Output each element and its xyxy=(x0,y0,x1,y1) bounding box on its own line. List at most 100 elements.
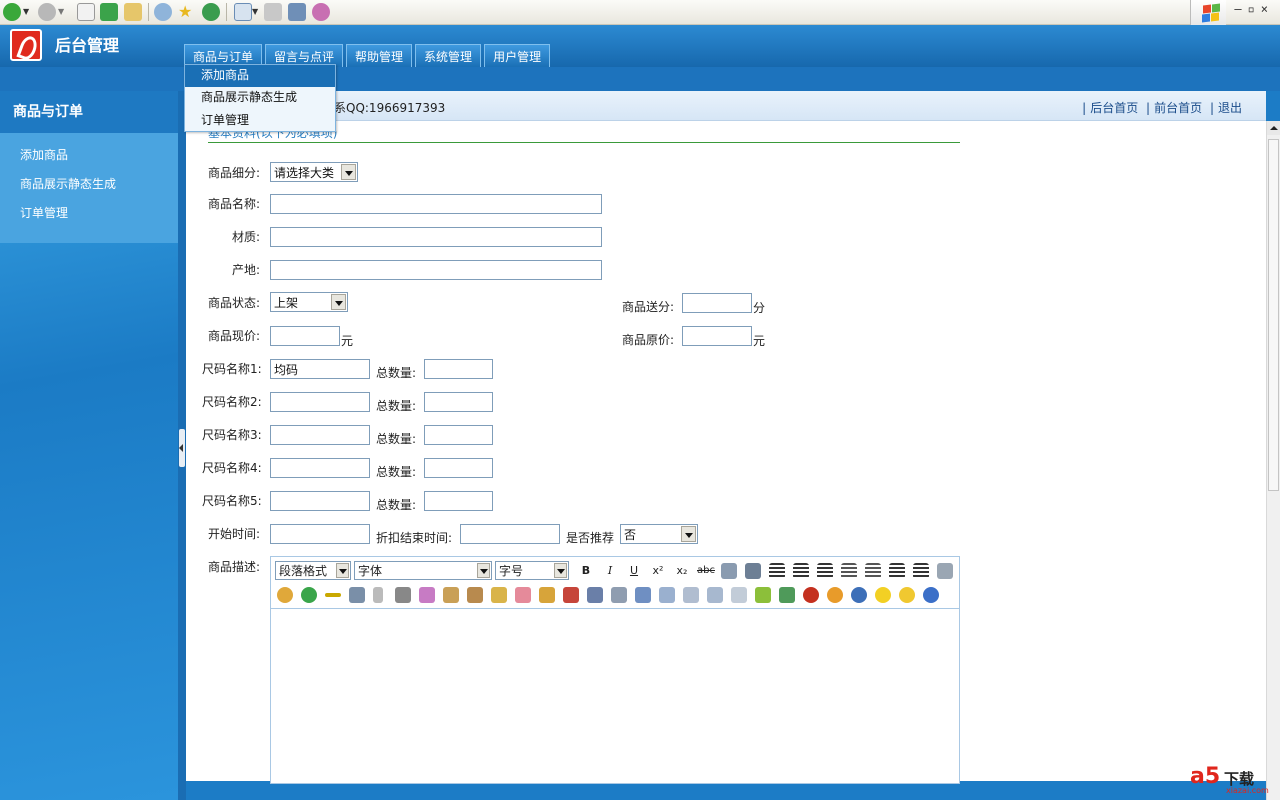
strikethrough-icon[interactable]: abc xyxy=(695,562,717,580)
paste-icon[interactable] xyxy=(443,587,459,603)
dropdown-icon[interactable]: ▼ xyxy=(23,3,33,21)
comment-icon[interactable] xyxy=(851,587,867,603)
eraser-icon[interactable] xyxy=(515,587,531,603)
tab-system[interactable]: 系统管理 xyxy=(415,44,482,67)
history-icon[interactable] xyxy=(202,3,220,21)
bg-color-icon[interactable] xyxy=(745,563,761,579)
mail-icon[interactable] xyxy=(234,3,252,21)
subscript-icon[interactable]: x₂ xyxy=(673,562,691,580)
scrollbar[interactable] xyxy=(1266,121,1280,800)
size-name-input[interactable] xyxy=(270,491,370,511)
orig-price-input[interactable] xyxy=(682,326,752,346)
dropdown-item-orders[interactable]: 订单管理 xyxy=(185,110,335,132)
insert-column-icon[interactable] xyxy=(707,587,723,603)
bold-icon[interactable]: B xyxy=(577,562,595,580)
font-select[interactable]: 字体 xyxy=(354,561,492,580)
emoticon-icon[interactable] xyxy=(875,587,891,603)
delete-column-icon[interactable] xyxy=(731,587,747,603)
scroll-up-icon[interactable] xyxy=(1267,121,1280,135)
media-icon[interactable] xyxy=(563,587,579,603)
origin-input[interactable] xyxy=(270,260,602,280)
size-select[interactable]: 字号 xyxy=(495,561,569,580)
highlight-icon[interactable] xyxy=(539,587,555,603)
tab-users[interactable]: 用户管理 xyxy=(484,44,551,67)
collapse-arrow-icon[interactable] xyxy=(179,429,185,467)
special-char-icon[interactable] xyxy=(755,587,771,603)
end-time-input[interactable] xyxy=(460,524,560,544)
qty-input[interactable] xyxy=(424,491,493,511)
refresh-icon[interactable] xyxy=(100,3,118,21)
dropdown-item-add-product[interactable]: 添加商品 xyxy=(185,65,335,87)
material-input[interactable] xyxy=(270,227,602,247)
dropdown-item-static-gen[interactable]: 商品展示静态生成 xyxy=(185,87,335,109)
pointer-icon[interactable] xyxy=(373,587,383,603)
copy-icon[interactable] xyxy=(419,587,435,603)
editor-body[interactable] xyxy=(271,610,959,783)
dropdown-icon[interactable]: ▼ xyxy=(58,3,68,21)
print-icon[interactable] xyxy=(264,3,282,21)
italic-icon[interactable]: I xyxy=(601,562,619,580)
format-brush-icon[interactable] xyxy=(491,587,507,603)
delete-row-icon[interactable] xyxy=(683,587,699,603)
category-select[interactable]: 请选择大类 xyxy=(270,162,358,182)
flash-icon[interactable] xyxy=(803,587,819,603)
text-color-icon[interactable] xyxy=(721,563,737,579)
size-name-input[interactable]: 均码 xyxy=(270,359,370,379)
underline-icon[interactable]: U xyxy=(625,562,643,580)
unordered-list-icon[interactable] xyxy=(865,563,881,579)
favorites-icon[interactable]: ★ xyxy=(178,3,196,21)
redo-icon[interactable] xyxy=(301,587,317,603)
stop-icon[interactable] xyxy=(77,3,95,21)
outdent-icon[interactable] xyxy=(889,563,905,579)
table-icon[interactable] xyxy=(635,587,651,603)
indent-icon[interactable] xyxy=(913,563,929,579)
qty-input[interactable] xyxy=(424,425,493,445)
dropdown-icon[interactable]: ▼ xyxy=(252,3,262,21)
image-icon[interactable] xyxy=(779,587,795,603)
smiley-icon[interactable] xyxy=(899,587,915,603)
points-input[interactable] xyxy=(682,293,752,313)
help-icon[interactable] xyxy=(923,587,939,603)
home-icon[interactable] xyxy=(124,3,142,21)
qty-input[interactable] xyxy=(424,359,493,379)
find-icon[interactable] xyxy=(937,563,953,579)
superscript-icon[interactable]: x² xyxy=(649,562,667,580)
align-left-icon[interactable] xyxy=(769,563,785,579)
sidebar-item-static-gen[interactable]: 商品展示静态生成 xyxy=(0,174,178,203)
price-input[interactable] xyxy=(270,326,340,346)
logout-link[interactable]: 退出 xyxy=(1218,101,1242,115)
insert-row-icon[interactable] xyxy=(659,587,675,603)
edit-icon[interactable] xyxy=(288,3,306,21)
link-icon[interactable] xyxy=(349,587,365,603)
forward-icon[interactable] xyxy=(38,3,56,21)
product-name-input[interactable] xyxy=(270,194,602,214)
admin-home-link[interactable]: 后台首页 xyxy=(1090,101,1138,115)
qty-input[interactable] xyxy=(424,458,493,478)
size-name-input[interactable] xyxy=(270,458,370,478)
start-time-input[interactable] xyxy=(270,524,370,544)
paste-text-icon[interactable] xyxy=(467,587,483,603)
search-icon[interactable] xyxy=(154,3,172,21)
ordered-list-icon[interactable] xyxy=(841,563,857,579)
size-name-input[interactable] xyxy=(270,392,370,412)
video-icon[interactable] xyxy=(827,587,843,603)
unlink-icon[interactable] xyxy=(611,587,627,603)
tab-help[interactable]: 帮助管理 xyxy=(346,44,413,67)
attachment-icon[interactable] xyxy=(587,587,603,603)
align-center-icon[interactable] xyxy=(793,563,809,579)
scroll-thumb[interactable] xyxy=(1268,139,1279,491)
back-icon[interactable] xyxy=(3,3,21,21)
horizontal-rule-icon[interactable] xyxy=(325,593,341,597)
size-name-input[interactable] xyxy=(270,425,370,445)
format-select[interactable]: 段落格式 xyxy=(275,561,351,580)
messenger-icon[interactable] xyxy=(312,3,330,21)
window-controls[interactable]: –▫× xyxy=(1234,2,1274,16)
undo-icon[interactable] xyxy=(277,587,293,603)
recommend-select[interactable]: 否 xyxy=(620,524,698,544)
sidebar-item-add-product[interactable]: 添加商品 xyxy=(0,145,178,174)
status-select[interactable]: 上架 xyxy=(270,292,348,312)
cut-icon[interactable] xyxy=(395,587,411,603)
align-right-icon[interactable] xyxy=(817,563,833,579)
front-home-link[interactable]: 前台首页 xyxy=(1154,101,1202,115)
sidebar-item-orders[interactable]: 订单管理 xyxy=(0,203,178,232)
